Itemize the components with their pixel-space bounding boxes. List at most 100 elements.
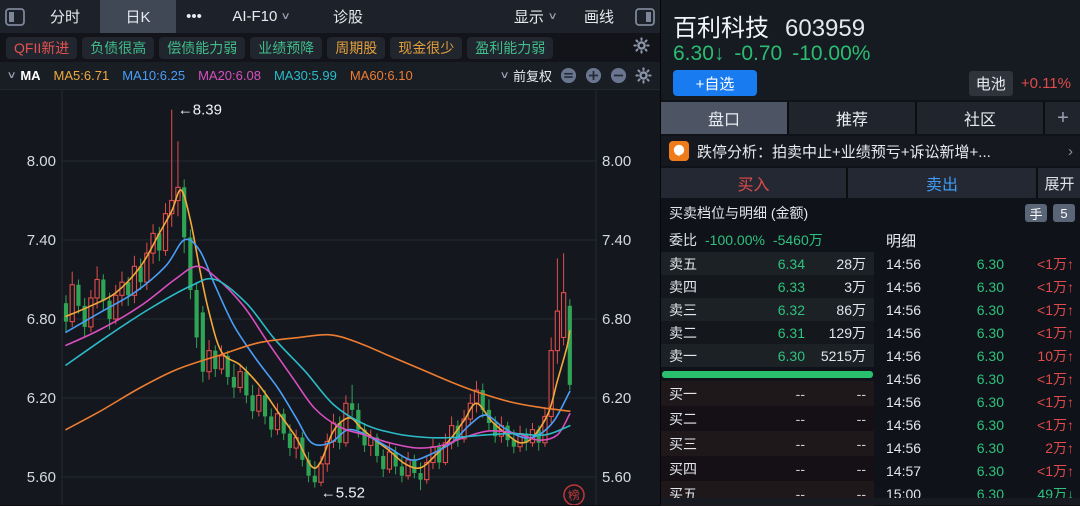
buy-level-price: -- (713, 436, 805, 452)
buy-button[interactable]: 买入 (661, 168, 846, 198)
buy-level-price: -- (713, 461, 805, 477)
sell-level-label: 卖二 (661, 323, 713, 343)
trade-detail-row[interactable]: 14:566.30<1万↑ (878, 367, 1080, 390)
tag-high-debt[interactable]: 负债很高 (82, 37, 154, 59)
buy-level-label: 买三 (661, 434, 713, 454)
trade-detail-row[interactable]: 14:566.30<1万↑ (878, 413, 1080, 436)
tag-weak-profit[interactable]: 盈利能力弱 (467, 37, 553, 59)
y-axis-label-right: 6.20 (602, 390, 631, 407)
price-annotation: ←5.52 (321, 485, 365, 502)
collapse-indicator-icon[interactable] (560, 67, 577, 84)
buy-level-row[interactable]: 买三---- (661, 431, 874, 456)
sector-info: 电池 +0.11% (969, 71, 1071, 96)
tab-daily-k-label: 日K (125, 6, 150, 27)
detail-time: 14:56 (878, 279, 938, 295)
buy-level-amount: -- (805, 411, 874, 427)
sell-button[interactable]: 卖出 (848, 168, 1036, 198)
buy-level-price: -- (713, 411, 805, 427)
trade-detail-row[interactable]: 14:566.3010万↑ (878, 344, 1080, 367)
tags-gear-icon[interactable] (633, 37, 650, 59)
tag-cyclical[interactable]: 周期股 (327, 37, 385, 59)
weibi-label: 委比 (669, 230, 697, 250)
zoom-in-icon[interactable] (585, 67, 602, 84)
trade-detail-row[interactable]: 14:566.30<1万↑ (878, 390, 1080, 413)
trade-detail-row[interactable]: 14:576.30<1万↑ (878, 459, 1080, 482)
chevron-down-icon: ∨ (547, 11, 557, 22)
panel-tabs: 盘口 推荐 社区 + (661, 102, 1080, 134)
add-tab-button[interactable]: + (1045, 102, 1080, 134)
tab-daily-k[interactable]: 日K (100, 0, 176, 33)
expand-button[interactable]: 展开 (1038, 168, 1080, 198)
display-menu-button[interactable]: 显示∨ (502, 0, 568, 33)
ma5-value: MA5:6.71 (54, 68, 110, 83)
tab-order-book[interactable]: 盘口 (661, 102, 787, 134)
tag-qfii[interactable]: QFII新进 (6, 37, 77, 59)
detail-time: 14:56 (878, 348, 938, 364)
sell-level-row[interactable]: 卖三6.3286万 (661, 298, 874, 321)
buy-level-row[interactable]: 买一---- (661, 381, 874, 406)
detail-time: 14:56 (878, 417, 938, 433)
sell-level-row[interactable]: 卖二6.31129万 (661, 321, 874, 344)
weibi-amount: -5460万 (773, 230, 823, 250)
sell-level-label: 卖一 (661, 346, 713, 366)
detail-volume: <1万↑ (1004, 323, 1080, 343)
price-row: 6.30↓-0.70-10.00% (673, 42, 880, 66)
detail-time: 14:57 (878, 463, 938, 479)
sell-level-row[interactable]: 卖五6.3428万 (661, 252, 874, 275)
tag-earnings-decline[interactable]: 业绩预降 (250, 37, 322, 59)
y-axis-label-right: 6.80 (602, 311, 631, 328)
ma60-value: MA60:6.10 (350, 68, 413, 83)
zoom-out-icon[interactable] (610, 67, 627, 84)
detail-time: 14:56 (878, 302, 938, 318)
sell-ratio-bar (662, 371, 873, 378)
sell-levels: 卖五6.3428万卖四6.333万卖三6.3286万卖二6.31129万卖一6.… (661, 252, 874, 367)
panel-left-toggle-icon[interactable] (0, 6, 30, 28)
price-change: -0.70 (734, 42, 782, 65)
tab-diagnose[interactable]: 诊股 (310, 0, 386, 33)
display-menu-label: 显示 (514, 6, 544, 27)
draw-line-label: 画线 (584, 6, 614, 27)
order-book-title: 买卖档位与明细 (金额) (669, 203, 1025, 223)
buy-level-row[interactable]: 买二---- (661, 406, 874, 431)
add-watchlist-button[interactable]: +自选 (673, 70, 757, 96)
sell-level-row[interactable]: 卖四6.333万 (661, 275, 874, 298)
tag-weak-solvency[interactable]: 偿债能力弱 (159, 37, 245, 59)
sell-level-label: 卖五 (661, 254, 713, 274)
tab-community[interactable]: 社区 (917, 102, 1043, 134)
bottom-partial-row (661, 498, 1080, 505)
detail-volume: <1万↑ (1004, 300, 1080, 320)
trade-detail-row[interactable]: 14:566.302万↑ (878, 436, 1080, 459)
tab-recommend[interactable]: 推荐 (789, 102, 915, 134)
level-count-badge[interactable]: 5 (1053, 204, 1075, 222)
price-annotation: ←8.39 (178, 102, 222, 119)
chevron-down-icon[interactable]: ∨ (7, 70, 17, 81)
y-axis-label-left: 6.20 (27, 390, 56, 407)
unit-badge[interactable]: 手 (1025, 204, 1047, 222)
sell-level-label: 卖三 (661, 300, 713, 320)
trade-detail-row[interactable]: 14:566.30<1万↑ (878, 252, 1080, 275)
detail-price: 6.30 (938, 256, 1004, 272)
trade-detail-row[interactable]: 14:566.30<1万↑ (878, 275, 1080, 298)
more-periods-button[interactable]: ••• (176, 0, 212, 33)
sell-level-amount: 28万 (805, 254, 874, 274)
adjust-mode-label[interactable]: 前复权 (513, 66, 552, 85)
detail-price: 6.30 (938, 417, 1004, 433)
chevron-down-icon[interactable]: ∨ (499, 70, 509, 81)
y-axis-label-right: 7.40 (602, 232, 631, 249)
buy-level-row[interactable]: 买四---- (661, 456, 874, 481)
news-banner[interactable]: 跌停分析：拍卖中止+业绩预亏+诉讼新增+... › (661, 136, 1080, 166)
tab-ai-f10[interactable]: AI-F10∨ (212, 0, 310, 33)
candlestick-chart[interactable]: 8.008.007.407.406.806.806.206.205.605.60… (0, 90, 660, 505)
chart-panel: 分时 日K ••• AI-F10∨ 诊股 显示∨ 画线 QFII新进 负债很高 … (0, 0, 660, 505)
chart-settings-gear-icon[interactable] (635, 67, 652, 84)
draw-line-button[interactable]: 画线 (568, 0, 630, 33)
sell-level-amount: 3万 (805, 277, 874, 297)
trade-detail-row[interactable]: 14:566.30<1万↑ (878, 298, 1080, 321)
panel-right-toggle-icon[interactable] (630, 6, 660, 28)
price-change-pct: -10.00% (792, 42, 870, 65)
tab-timeline[interactable]: 分时 (30, 0, 100, 33)
trade-detail-row[interactable]: 14:566.30<1万↑ (878, 321, 1080, 344)
tag-low-cash[interactable]: 现金很少 (390, 37, 462, 59)
sell-level-row[interactable]: 卖一6.305215万 (661, 344, 874, 367)
sector-chip[interactable]: 电池 (969, 71, 1013, 96)
